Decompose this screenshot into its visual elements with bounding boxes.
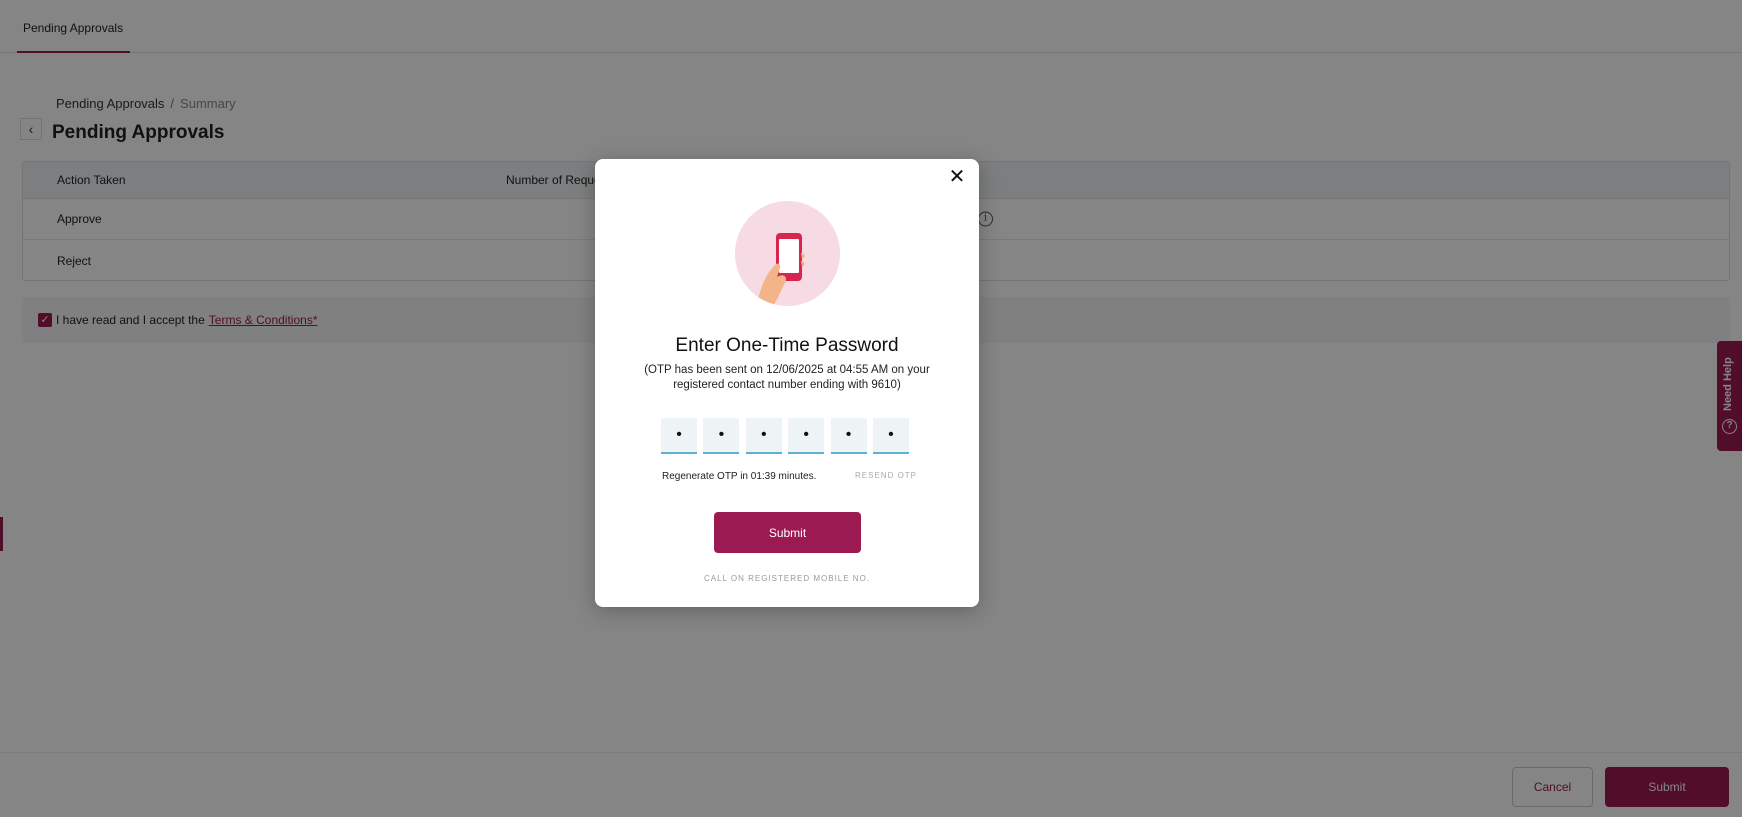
otp-sent-description: (OTP has been sent on 12/06/2025 at 04:5… xyxy=(644,364,930,391)
otp-input-group xyxy=(661,418,909,454)
otp-submit-button[interactable]: Submit xyxy=(714,512,861,553)
otp-digit-input-4[interactable] xyxy=(788,418,825,454)
otp-digit-input-1[interactable] xyxy=(661,418,697,454)
otp-digit-input-6[interactable] xyxy=(872,418,909,454)
otp-digit-input-3[interactable] xyxy=(745,418,782,454)
call-registered-mobile-link[interactable]: CALL ON REGISTERED MOBILE NO. xyxy=(595,574,979,583)
otp-digit-input-5[interactable] xyxy=(830,418,867,454)
modal-title: Enter One-Time Password xyxy=(675,335,899,356)
otp-digit-input-2[interactable] xyxy=(703,418,740,454)
otp-modal: ✕ Enter One-Time Password (OTP has been … xyxy=(595,159,979,607)
regenerate-otp-timer: Regenerate OTP in 01:39 minutes. xyxy=(662,471,817,482)
resend-otp-link[interactable]: RESEND OTP xyxy=(855,471,917,480)
phone-in-hand-icon xyxy=(735,201,840,306)
phone-illustration-icon xyxy=(735,201,840,306)
close-icon[interactable]: ✕ xyxy=(947,167,967,187)
